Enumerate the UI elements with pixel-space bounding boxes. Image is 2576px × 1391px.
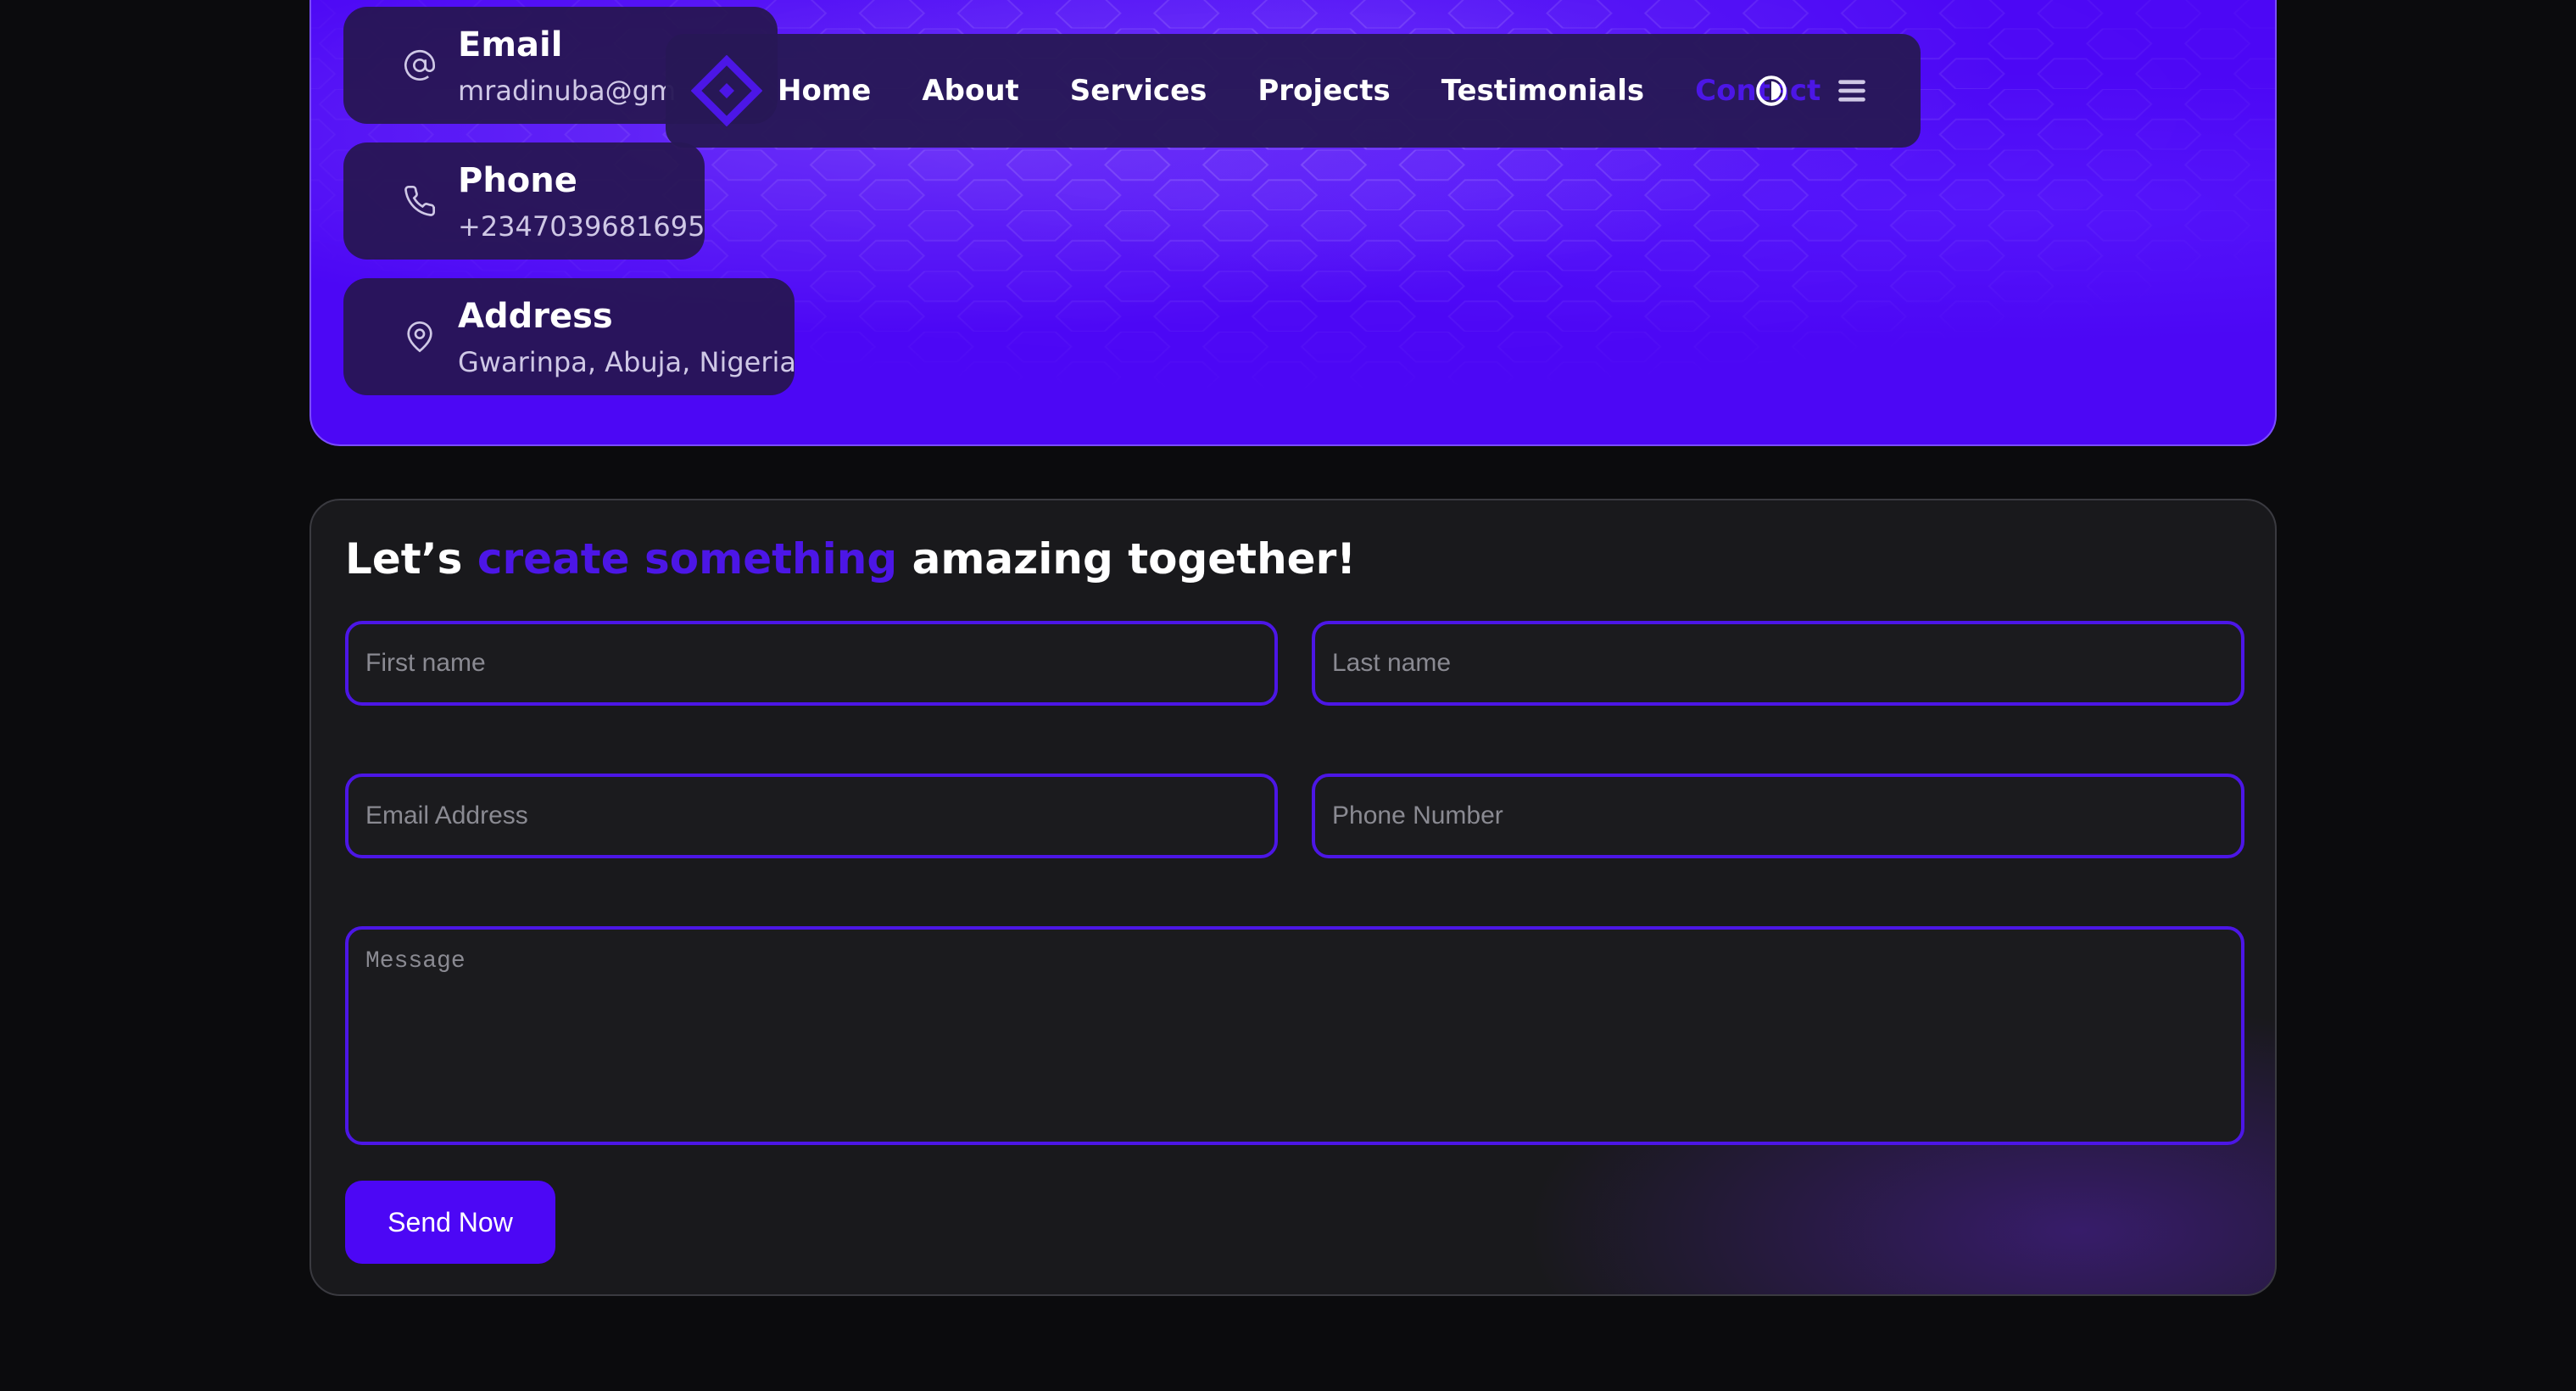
diamond-logo-icon[interactable] xyxy=(691,55,762,126)
form-headline: Let’s create something amazing together! xyxy=(345,534,1356,584)
nav-link-testimonials[interactable]: Testimonials xyxy=(1441,74,1644,108)
nav-link-services[interactable]: Services xyxy=(1070,74,1207,108)
headline-accent: create something xyxy=(477,534,898,584)
contact-card-title: Email xyxy=(458,25,563,64)
nav-link-projects[interactable]: Projects xyxy=(1257,74,1390,108)
at-icon xyxy=(404,49,435,81)
contact-card-address: Address Gwarinpa, Abuja, Nigeria xyxy=(343,278,796,395)
main-navigation: Home About Services Projects Testimonial… xyxy=(666,34,1921,148)
contact-card-value[interactable]: +2347039681695 xyxy=(458,210,705,243)
headline-end: amazing together! xyxy=(912,534,1357,584)
nav-links: Home About Services Projects Testimonial… xyxy=(778,34,1871,148)
nav-link-home[interactable]: Home xyxy=(778,74,871,108)
contact-card-title: Phone xyxy=(458,161,577,200)
headline-start: Let’s xyxy=(345,534,463,584)
hamburger-menu-icon[interactable] xyxy=(1836,75,1868,107)
message-textarea[interactable] xyxy=(345,926,2244,1145)
contact-form-panel: Let’s create something amazing together!… xyxy=(309,499,2277,1296)
phone-input[interactable] xyxy=(1312,774,2244,858)
theme-toggle-icon[interactable] xyxy=(1755,75,1787,107)
contact-card-phone: Phone +2347039681695 xyxy=(343,142,705,260)
phone-icon xyxy=(404,185,436,216)
location-pin-icon xyxy=(407,321,432,353)
contact-card-value[interactable]: mradinuba@gmail.com xyxy=(458,75,674,107)
first-name-input[interactable] xyxy=(345,621,1278,706)
last-name-input[interactable] xyxy=(1312,621,2244,706)
contact-card-title: Address xyxy=(458,297,613,336)
nav-link-about[interactable]: About xyxy=(922,74,1018,108)
email-input[interactable] xyxy=(345,774,1278,858)
contact-card-value: Gwarinpa, Abuja, Nigeria xyxy=(458,346,796,378)
send-now-button[interactable]: Send Now xyxy=(345,1181,555,1264)
